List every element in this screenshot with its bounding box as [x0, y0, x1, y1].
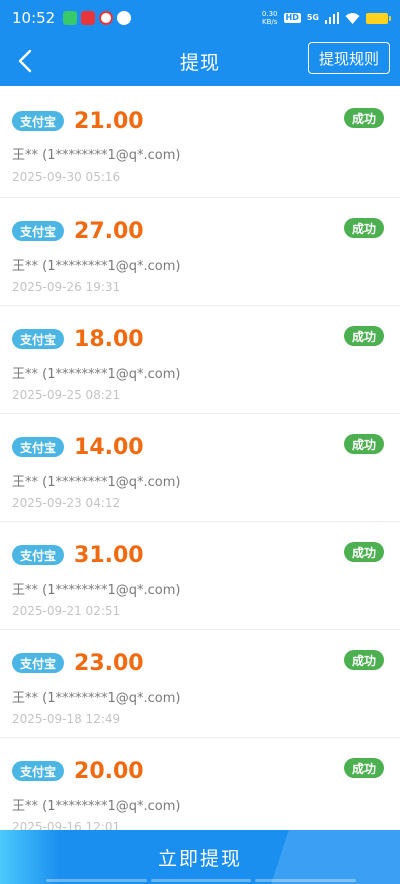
account-info: 王** (1********1@q*.com): [12, 691, 181, 706]
home-indicator: [46, 879, 357, 882]
weibo-icon: [99, 11, 114, 25]
account-info: 王** (1********1@q*.com): [12, 367, 181, 382]
withdraw-now-label: 立即提现: [157, 847, 242, 870]
account-info: 王** (1********1@q*.com): [12, 475, 181, 490]
timestamp: 2025-09-30 05:16: [12, 170, 121, 184]
amount: 20.00: [74, 758, 144, 784]
account-info: 王** (1********1@q*.com): [12, 799, 181, 814]
amount: 23.00: [74, 650, 144, 676]
amount: 18.00: [74, 326, 144, 352]
notification-icons: [63, 11, 132, 25]
list-item[interactable]: 支付宝 18.00 成功 王** (1********1@q*.com) 202…: [0, 306, 400, 414]
back-button[interactable]: [10, 46, 40, 76]
status-badge: 成功: [343, 650, 384, 670]
list-item[interactable]: 支付宝 23.00 成功 王** (1********1@q*.com) 202…: [0, 630, 400, 738]
header: 提现 提现规则: [0, 36, 400, 86]
payment-method-badge: 支付宝: [12, 437, 65, 457]
timestamp: 2025-09-25 08:21: [12, 388, 121, 402]
payment-method-badge: 支付宝: [12, 545, 65, 565]
status-badge: 成功: [343, 434, 384, 454]
timestamp: 2025-09-26 19:31: [12, 280, 121, 294]
account-info: 王** (1********1@q*.com): [12, 259, 181, 274]
payment-method-badge: 支付宝: [12, 653, 65, 673]
timestamp: 2025-09-16 12:01: [12, 820, 121, 830]
withdraw-now-button[interactable]: 立即提现: [0, 830, 400, 884]
account-info: 王** (1********1@q*.com): [12, 148, 181, 163]
list-item[interactable]: 支付宝 20.00 成功 王** (1********1@q*.com) 202…: [0, 738, 400, 830]
status-right: 0.30 KB/s HD 5G: [261, 10, 391, 26]
status-badge: 成功: [343, 218, 384, 238]
amount: 14.00: [74, 434, 144, 460]
hd-icon: HD: [283, 13, 301, 23]
amount: 21.00: [74, 108, 144, 134]
status-badge: 成功: [343, 326, 384, 346]
payment-method-badge: 支付宝: [12, 221, 65, 241]
amount: 31.00: [74, 542, 144, 568]
withdraw-rules-button[interactable]: 提现规则: [307, 42, 390, 74]
status-bar: 10:52 0.30 KB/s HD 5G: [0, 0, 400, 36]
app-notification-icon: [117, 11, 132, 25]
status-badge: 成功: [343, 108, 384, 128]
payment-method-badge: 支付宝: [12, 329, 65, 349]
timestamp: 2025-09-21 02:51: [12, 604, 121, 618]
timestamp: 2025-09-23 04:12: [12, 496, 121, 510]
signal-icon: [325, 12, 339, 24]
list-item[interactable]: 支付宝 14.00 成功 王** (1********1@q*.com) 202…: [0, 414, 400, 522]
app-notification-icon: [81, 11, 96, 25]
status-badge: 成功: [343, 758, 384, 778]
battery-icon: [366, 12, 391, 24]
list-item[interactable]: 支付宝 21.00 成功 王** (1********1@q*.com) 202…: [0, 86, 400, 198]
payment-method-badge: 支付宝: [12, 761, 65, 781]
status-badge: 成功: [343, 542, 384, 562]
account-info: 王** (1********1@q*.com): [12, 583, 181, 598]
chevron-left-icon: [18, 49, 32, 73]
wifi-icon: [345, 13, 360, 24]
app-notification-icon: [63, 11, 78, 25]
list-item[interactable]: 支付宝 27.00 成功 王** (1********1@q*.com) 202…: [0, 198, 400, 306]
net-speed: 0.30 KB/s: [261, 10, 278, 26]
network-label: 5G: [306, 13, 319, 22]
amount: 27.00: [74, 218, 144, 244]
timestamp: 2025-09-18 12:49: [12, 712, 121, 726]
status-time: 10:52: [12, 9, 56, 27]
page-title: 提现: [179, 51, 220, 74]
payment-method-badge: 支付宝: [12, 111, 65, 131]
list-item[interactable]: 支付宝 31.00 成功 王** (1********1@q*.com) 202…: [0, 522, 400, 630]
withdraw-record-list[interactable]: 支付宝 21.00 成功 王** (1********1@q*.com) 202…: [0, 86, 400, 830]
